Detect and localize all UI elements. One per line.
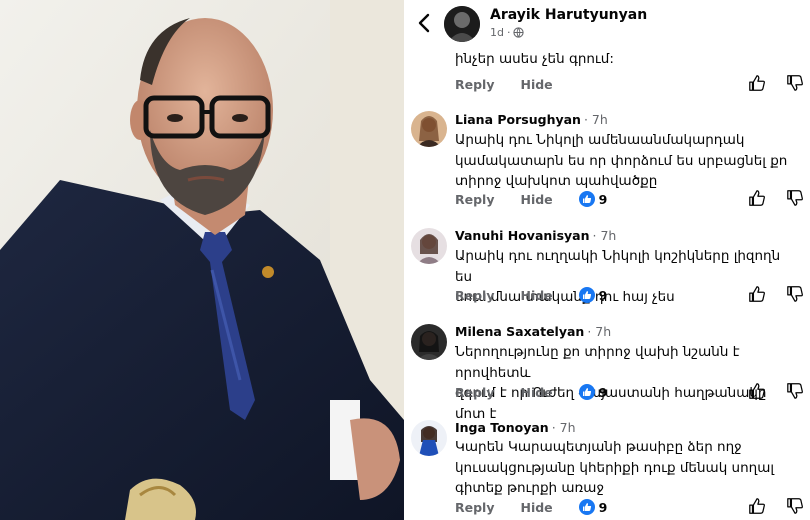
commenter-avatar[interactable]: [411, 111, 447, 147]
reaction-count[interactable]: 9: [578, 191, 607, 207]
reaction-count[interactable]: 9: [578, 499, 607, 515]
poster-avatar[interactable]: [444, 6, 480, 42]
thumbs-up-icon[interactable]: [748, 189, 766, 207]
commenter-name[interactable]: Milena Saxatelyan · 7h: [455, 324, 611, 339]
comment-actions: Reply Hide 9: [455, 498, 607, 516]
thumbs-up-icon[interactable]: [748, 74, 766, 92]
reply-button[interactable]: Reply: [455, 288, 494, 303]
thumbs-down-icon[interactable]: [786, 189, 804, 207]
news-photo: [0, 0, 404, 520]
reaction-count[interactable]: 9: [578, 287, 607, 303]
hide-button[interactable]: Hide: [520, 288, 552, 303]
comment-actions: Reply Hide: [455, 75, 579, 93]
reply-button[interactable]: Reply: [455, 500, 494, 515]
commenter-avatar[interactable]: [411, 228, 447, 264]
comment-actions: Reply Hide 9: [455, 286, 607, 304]
reaction-count[interactable]: 9: [578, 384, 607, 400]
commenter-name[interactable]: Vanuhi Hovanisyan · 7h: [455, 228, 616, 243]
reply-button[interactable]: Reply: [455, 192, 494, 207]
hide-button[interactable]: Hide: [520, 500, 552, 515]
commenter-name[interactable]: Inga Tonoyan · 7h: [455, 420, 576, 435]
back-arrow-icon[interactable]: [414, 12, 436, 34]
commenter-avatar[interactable]: [411, 420, 447, 456]
comment-text: Արաիկ դու Նիկոլի ամենաանմակարդակ կամակատ…: [455, 132, 788, 189]
comment-actions: Reply Hide 9: [455, 190, 607, 208]
thumbs-down-icon[interactable]: [786, 382, 804, 400]
globe-icon: [513, 27, 525, 38]
commenter-avatar[interactable]: [411, 324, 447, 360]
thumbs-up-icon[interactable]: [748, 382, 766, 400]
post-header: Arayik Harutyunyan 1d ·: [404, 0, 810, 50]
like-reaction-icon: [578, 499, 595, 515]
like-reaction-icon: [578, 191, 595, 207]
like-reaction-icon: [578, 384, 595, 400]
hide-button[interactable]: Hide: [520, 192, 552, 207]
post-age: 1d: [490, 26, 504, 39]
thumbs-up-icon[interactable]: [748, 497, 766, 515]
hide-button[interactable]: Hide: [520, 77, 552, 92]
comment-actions: Reply Hide 9: [455, 383, 607, 401]
thumbs-down-icon[interactable]: [786, 497, 804, 515]
hide-button[interactable]: Hide: [520, 385, 552, 400]
comment-text: Կարեն Կարապետյանի թասիբը ձեր ողջ կուսակց…: [455, 439, 775, 496]
thumbs-down-icon[interactable]: [786, 285, 804, 303]
like-reaction-icon: [578, 287, 595, 303]
comments-panel: Arayik Harutyunyan 1d · ինչեր ասես չեն գ…: [404, 0, 810, 520]
reply-button[interactable]: Reply: [455, 77, 494, 92]
post-meta: 1d ·: [490, 26, 525, 39]
reply-button[interactable]: Reply: [455, 385, 494, 400]
poster-name[interactable]: Arayik Harutyunyan: [490, 7, 647, 23]
comment-text-partial: ինչեր ասես չեն գրում:: [455, 51, 614, 67]
commenter-name[interactable]: Liana Porsughyan · 7h: [455, 112, 608, 127]
thumbs-down-icon[interactable]: [786, 74, 804, 92]
thumbs-up-icon[interactable]: [748, 285, 766, 303]
